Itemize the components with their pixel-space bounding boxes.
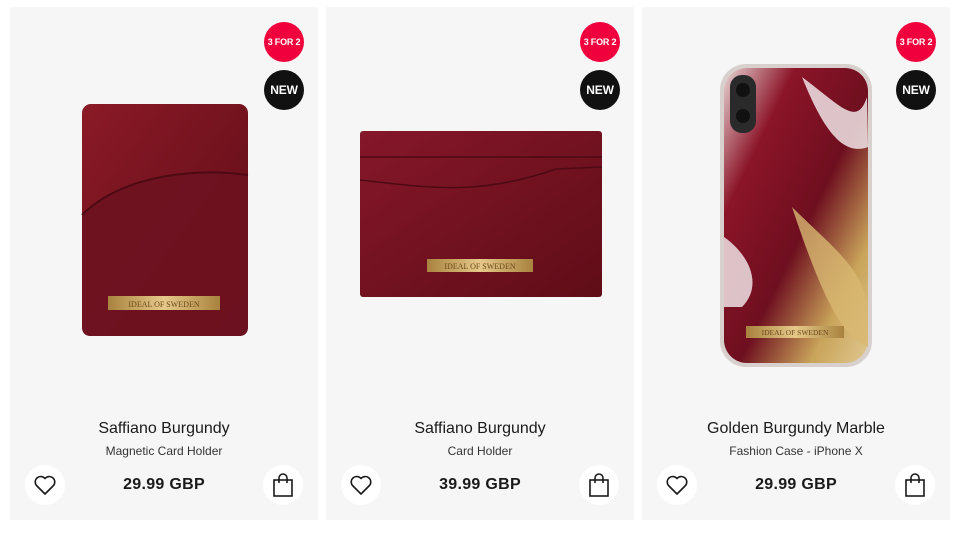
shopping-bag-icon xyxy=(273,473,293,497)
magnetic-card-holder-image[interactable]: IDEAL OF SWEDEN xyxy=(10,7,318,407)
product-title[interactable]: Golden Burgundy Marble xyxy=(642,420,950,438)
shopping-bag-icon xyxy=(589,473,609,497)
brand-logo-text: IDEAL OF SWEDEN xyxy=(444,262,515,271)
product-card[interactable]: IDEAL OF SWEDEN 3 FOR 2 NEW Saffiano Bur… xyxy=(10,7,318,520)
product-title[interactable]: Saffiano Burgundy xyxy=(326,420,634,438)
wishlist-button[interactable] xyxy=(25,465,65,505)
heart-icon xyxy=(666,475,688,495)
brand-logo-text: IDEAL OF SWEDEN xyxy=(762,328,829,337)
add-to-cart-button[interactable] xyxy=(579,465,619,505)
new-badge: NEW xyxy=(896,70,936,110)
shopping-bag-icon xyxy=(905,473,925,497)
product-card[interactable]: IDEAL OF SWEDEN 3 FOR 2 NEW Saffiano Bur… xyxy=(326,7,634,520)
three-for-two-badge: 3 FOR 2 xyxy=(896,22,936,62)
heart-icon xyxy=(350,475,372,495)
phone-case-image[interactable]: IDEAL OF SWEDEN xyxy=(642,7,950,407)
three-for-two-badge: 3 FOR 2 xyxy=(264,22,304,62)
three-for-two-badge: 3 FOR 2 xyxy=(580,22,620,62)
product-subtitle: Magnetic Card Holder xyxy=(105,444,223,458)
card-holder-image[interactable]: IDEAL OF SWEDEN xyxy=(326,7,634,407)
brand-logo-text: IDEAL OF SWEDEN xyxy=(128,300,199,309)
new-badge: NEW xyxy=(580,70,620,110)
heart-icon xyxy=(34,475,56,495)
product-subtitle: Fashion Case - iPhone X xyxy=(729,444,863,458)
new-badge: NEW xyxy=(264,70,304,110)
product-subtitle: Card Holder xyxy=(447,444,513,458)
product-grid: IDEAL OF SWEDEN 3 FOR 2 NEW Saffiano Bur… xyxy=(10,7,950,520)
wishlist-button[interactable] xyxy=(657,465,697,505)
wishlist-button[interactable] xyxy=(341,465,381,505)
add-to-cart-button[interactable] xyxy=(895,465,935,505)
add-to-cart-button[interactable] xyxy=(263,465,303,505)
product-title[interactable]: Saffiano Burgundy xyxy=(10,420,318,438)
product-card[interactable]: IDEAL OF SWEDEN 3 FOR 2 NEW Golden Burgu… xyxy=(642,7,950,520)
